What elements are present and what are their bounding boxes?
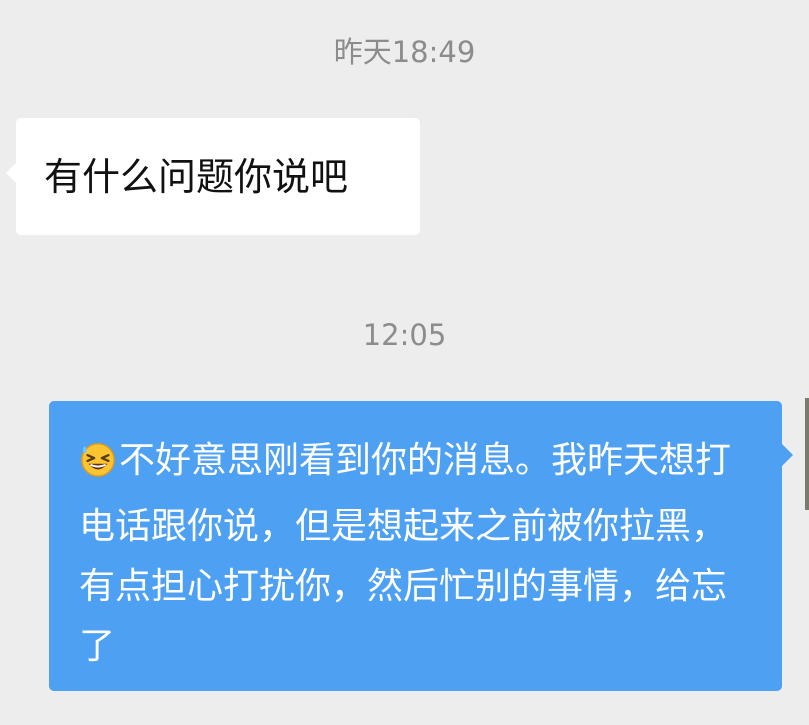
incoming-message-bubble[interactable]: 有什么问题你说吧 <box>6 118 420 235</box>
message-timestamp: 昨天18:49 <box>333 35 476 69</box>
message-text: 有什么问题你说吧 <box>44 154 349 199</box>
bubble-tail <box>6 162 17 184</box>
message-text-content: 不好意思刚看到你的消息。我昨天想打电话跟你说，但是想起来之前被你拉黑，有点担心打… <box>79 440 732 667</box>
avatar[interactable] <box>805 398 809 510</box>
message-timestamp: 12:05 <box>362 318 447 352</box>
bubble-tail <box>782 444 793 466</box>
grinning-squinting-sweat-emoji-icon <box>79 437 117 497</box>
message-text: 不好意思刚看到你的消息。我昨天想打电话跟你说，但是想起来之前被你拉黑，有点担心打… <box>79 431 752 677</box>
outgoing-message-bubble[interactable]: 不好意思刚看到你的消息。我昨天想打电话跟你说，但是想起来之前被你拉黑，有点担心打… <box>49 401 793 691</box>
